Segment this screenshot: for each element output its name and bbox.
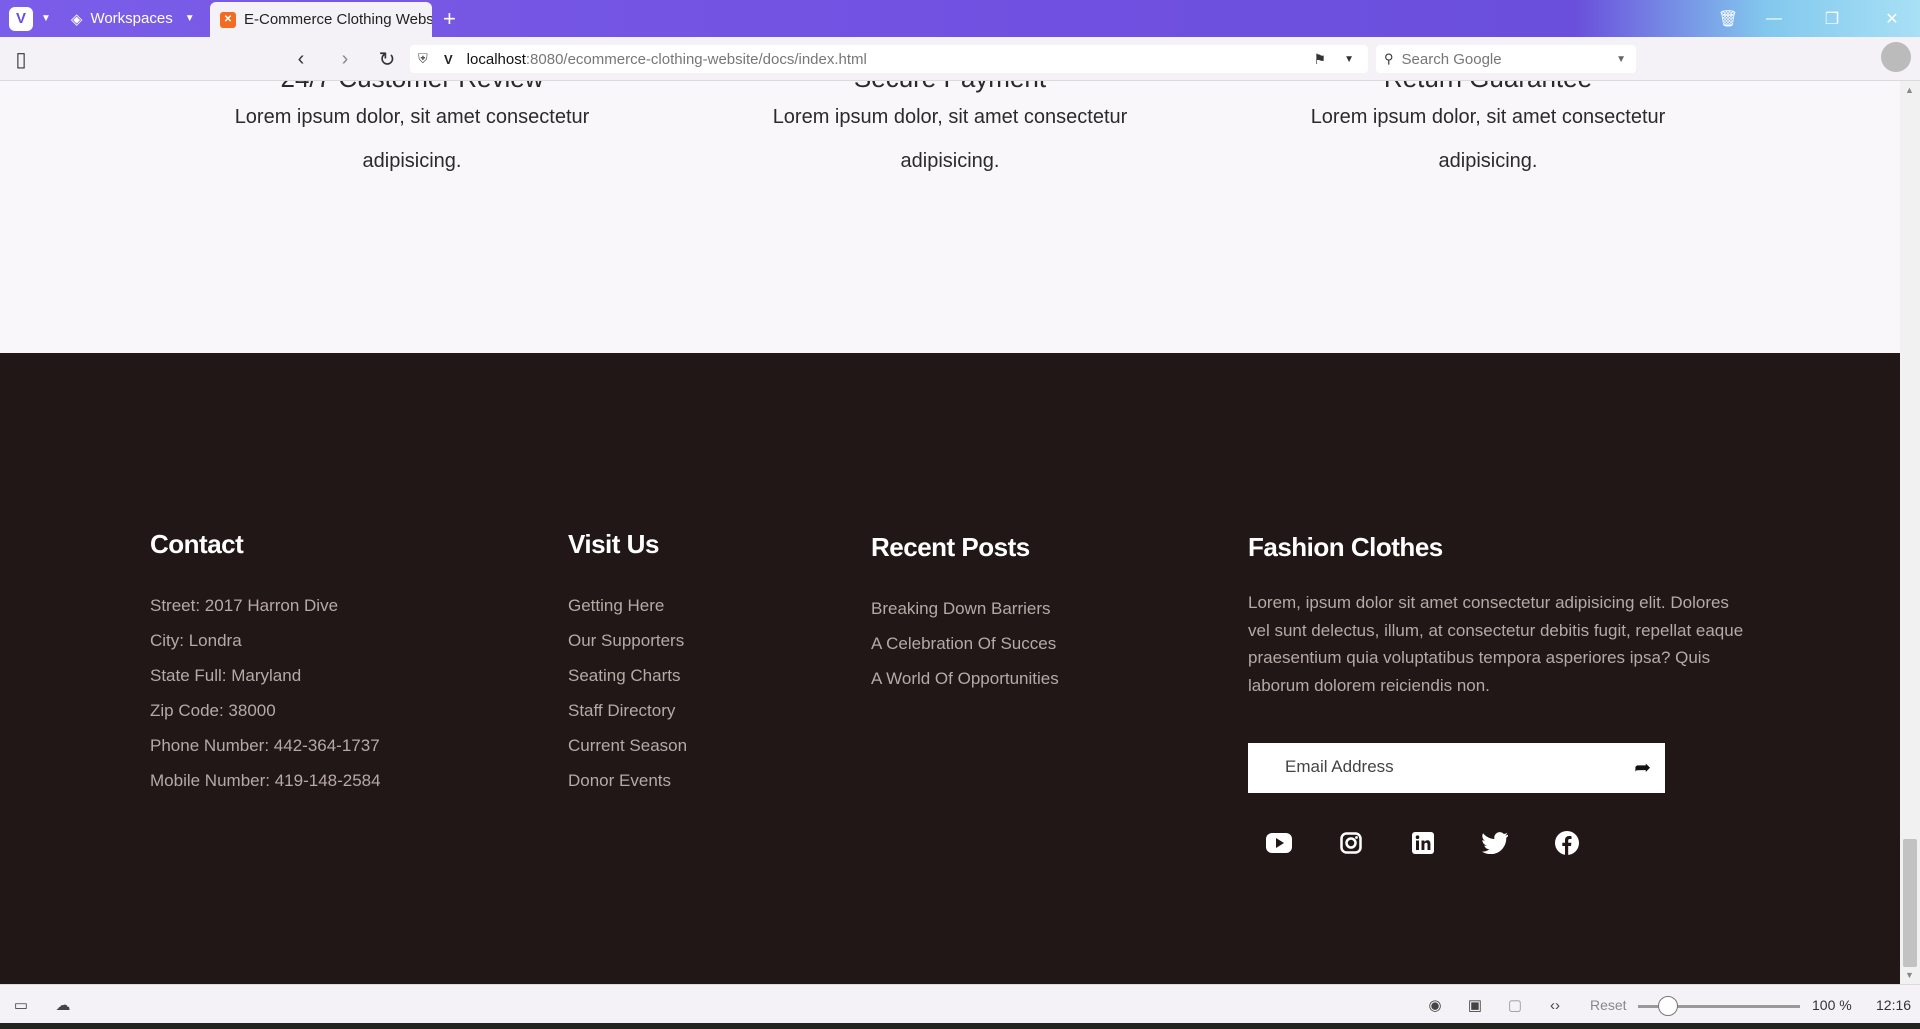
shield-icon[interactable]: ⛨ <box>418 51 434 67</box>
scroll-up-icon[interactable]: ▲ <box>1905 85 1914 95</box>
chevron-down-icon[interactable]: ▼ <box>41 13 51 24</box>
avatar[interactable] <box>1881 42 1911 72</box>
feature-secure-payment: Secure Payment Lorem ipsum dolor, sit am… <box>750 81 1150 183</box>
vivaldi-icon: V <box>444 51 453 67</box>
address-toolbar: ▯ ‹ › ↻ ⛨ V localhost:8080/ecommerce-clo… <box>0 37 1920 81</box>
footer-contact: Contact Street: 2017 Harron Dive City: L… <box>150 529 381 798</box>
url-text: localhost:8080/ecommerce-clothing-websit… <box>466 50 867 68</box>
footer-link[interactable]: Seating Charts <box>568 658 687 693</box>
chevron-down-icon: ▼ <box>184 13 195 24</box>
footer-link[interactable]: Getting Here <box>568 588 687 623</box>
contact-item: Mobile Number: 419-148-2584 <box>150 771 381 790</box>
page-tiling-icon[interactable]: ▢ <box>1504 994 1526 1016</box>
vivaldi-menu-button[interactable]: V <box>9 6 33 31</box>
footer-link[interactable]: Donor Events <box>568 763 687 798</box>
feature-title: 24/7 Customer Review <box>212 81 612 95</box>
footer-link[interactable]: Our Supporters <box>568 623 687 658</box>
code-icon[interactable]: ‹› <box>1544 994 1566 1016</box>
xampp-icon: ✕ <box>220 11 236 28</box>
footer-heading: Visit Us <box>568 529 659 559</box>
camera-icon[interactable]: ◉ <box>1424 994 1446 1016</box>
zoom-reset-button[interactable]: Reset <box>1590 997 1627 1013</box>
status-bar: ▭ ☁ ◉ ▣ ▢ ‹› Reset 100 % 12:16 <box>0 984 1920 1029</box>
contact-item: State Full: Maryland <box>150 666 302 685</box>
footer-about: Fashion Clothes Lorem, ipsum dolor sit a… <box>1248 532 1748 699</box>
taskbar-edge <box>0 1023 1920 1029</box>
footer-link[interactable]: Staff Directory <box>568 693 687 728</box>
footer-link[interactable]: Breaking Down Barriers <box>871 591 1059 626</box>
cloud-sync-icon[interactable]: ☁ <box>52 994 74 1016</box>
url-field[interactable]: ⛨ V localhost:8080/ecommerce-clothing-we… <box>410 45 1368 73</box>
feature-title: Return Guarantee <box>1288 81 1688 95</box>
minimize-button[interactable]: — <box>1746 0 1802 37</box>
search-placeholder: Search Google <box>1401 50 1502 68</box>
footer-heading: Recent Posts <box>871 532 1030 562</box>
tab-active[interactable]: ✕ E-Commerce Clothing Webs <box>210 2 432 37</box>
facebook-icon[interactable] <box>1553 829 1581 857</box>
page-viewport: 24/7 Customer Review Lorem ipsum dolor, … <box>0 81 1900 984</box>
new-tab-button[interactable]: + <box>443 6 456 32</box>
contact-item: Phone Number: 442-364-1737 <box>150 736 380 755</box>
footer: Contact Street: 2017 Harron Dive City: L… <box>0 353 1900 984</box>
chevron-down-icon[interactable]: ▼ <box>1616 54 1626 65</box>
twitter-icon[interactable] <box>1481 829 1509 857</box>
contact-item: Zip Code: 38000 <box>150 701 276 720</box>
footer-heading: Fashion Clothes <box>1248 532 1443 562</box>
forward-icon[interactable]: › <box>332 46 358 72</box>
search-icon: ⚲ <box>1384 51 1394 66</box>
zoom-level: 100 % <box>1812 997 1852 1013</box>
scroll-down-icon[interactable]: ▼ <box>1905 970 1914 980</box>
zoom-slider-handle[interactable] <box>1658 996 1678 1016</box>
social-links <box>1265 829 1625 857</box>
workspaces-label: Workspaces <box>90 10 173 27</box>
feature-text: Lorem ipsum dolor, sit amet consectetur … <box>772 106 1128 172</box>
email-field[interactable]: ➦ <box>1248 743 1665 793</box>
close-button[interactable]: ✕ <box>1864 0 1920 37</box>
features-section: 24/7 Customer Review Lorem ipsum dolor, … <box>0 81 1900 353</box>
contact-item: City: Londra <box>150 631 242 650</box>
instagram-icon[interactable] <box>1337 829 1365 857</box>
share-arrow-icon[interactable]: ➦ <box>1634 755 1651 780</box>
clock: 12:16 <box>1876 997 1912 1013</box>
footer-link[interactable]: Current Season <box>568 728 687 763</box>
footer-link[interactable]: A Celebration Of Succes <box>871 626 1059 661</box>
linkedin-icon[interactable] <box>1409 829 1437 857</box>
feature-title: Secure Payment <box>750 81 1150 95</box>
about-text: Lorem, ipsum dolor sit amet consectetur … <box>1248 593 1744 695</box>
contact-item: Street: 2017 Harron Dive <box>150 596 339 615</box>
scroll-thumb[interactable] <box>1903 839 1917 967</box>
footer-recent-posts: Recent Posts Breaking Down Barriers A Ce… <box>871 532 1059 696</box>
footer-heading: Contact <box>150 529 244 559</box>
email-input[interactable] <box>1285 757 1605 777</box>
bookmark-icon[interactable]: ⚑ <box>1313 51 1326 68</box>
footer-link[interactable]: A World Of Opportunities <box>871 661 1059 696</box>
sidebar-toggle-icon[interactable]: ▯ <box>8 46 34 72</box>
feature-text: Lorem ipsum dolor, sit amet consectetur … <box>234 106 590 172</box>
feature-text: Lorem ipsum dolor, sit amet consectetur … <box>1310 106 1666 172</box>
workspaces-button[interactable]: ◈ Workspaces ▼ <box>71 10 195 28</box>
panel-toggle-icon[interactable]: ▭ <box>10 994 32 1016</box>
tab-title: E-Commerce Clothing Webs <box>244 11 432 28</box>
layers-icon: ◈ <box>70 10 83 28</box>
reload-icon[interactable]: ↻ <box>374 46 400 72</box>
newsletter-form: ➦ <box>1248 743 1665 793</box>
feature-return-guarantee: Return Guarantee Lorem ipsum dolor, sit … <box>1288 81 1688 183</box>
image-icon[interactable]: ▣ <box>1464 994 1486 1016</box>
chevron-down-icon[interactable]: ▼ <box>1344 54 1354 65</box>
feature-customer-review: 24/7 Customer Review Lorem ipsum dolor, … <box>212 81 612 183</box>
back-icon[interactable]: ‹ <box>288 46 314 72</box>
restore-button[interactable]: ❐ <box>1804 0 1860 37</box>
page-scrollbar[interactable]: ▲ ▼ <box>1900 81 1920 984</box>
youtube-icon[interactable] <box>1265 829 1293 857</box>
search-field[interactable]: ⚲ Search Google ▼ <box>1376 45 1636 73</box>
footer-visit: Visit Us Getting Here Our Supporters Sea… <box>568 529 687 798</box>
